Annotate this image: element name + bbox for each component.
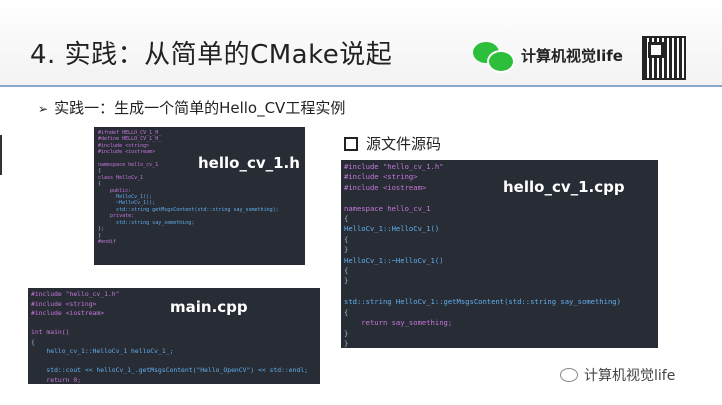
source-label-text: 源文件源码: [366, 135, 442, 153]
code-line: #include "hello_cv_1.h": [344, 162, 444, 171]
brand-name: 计算机视觉life: [521, 46, 623, 65]
panel-label-header: hello_cv_1.h: [198, 154, 300, 172]
code-panel-header: #ifndef HELLO_CV_1_H_ #define HELLO_CV_1_…: [94, 127, 305, 265]
footer-text: 计算机视觉life: [584, 368, 676, 384]
code-line: {: [344, 266, 349, 276]
slide-title: 4. 实践：从简单的CMake说起: [30, 40, 393, 70]
source-label: 源文件源码: [344, 133, 441, 154]
brand-logo: 计算机视觉life: [473, 40, 623, 73]
panel-label-cpp: hello_cv_1.cpp: [503, 178, 625, 196]
code-line: {: [344, 214, 349, 224]
bullet-item: ➢ 实践一：生成一个简单的Hello_CV工程实例: [38, 97, 345, 118]
code-line: std::cout << helloCv_1_.getMsgsContent("…: [31, 366, 309, 374]
code-line: {: [344, 307, 349, 317]
code-line: HelloCv_1::HelloCv_1(): [344, 224, 440, 234]
code-line: HelloCv_1::~HelloCv_1(): [344, 255, 444, 265]
code-line: return 0;: [31, 375, 82, 384]
code-line: int main(): [31, 328, 70, 336]
code-line: #endif: [98, 238, 117, 245]
wechat-footer-icon: [560, 368, 578, 382]
title-divider: [0, 85, 722, 87]
bullet-text: 实践一：生成一个简单的Hello_CV工程实例: [54, 99, 346, 117]
slide: 4. 实践：从简单的CMake说起 计算机视觉life ➢ 实践一：生成一个简单的…: [0, 0, 722, 405]
code-line: {: [31, 337, 35, 346]
code-line: std::string HelloCv_1::getMsgsContent(st…: [344, 297, 621, 307]
code-line: }: [344, 245, 349, 255]
code-line: return say_something;: [344, 318, 453, 328]
footer-brand: 计算机视觉life: [560, 365, 675, 385]
square-bullet-icon: [344, 136, 358, 151]
wechat-icon: [473, 40, 515, 73]
code-line: }: [344, 276, 349, 286]
code-line: namespace hello_cv_1: [344, 203, 431, 213]
code-line: }: [344, 328, 349, 338]
qr-code-icon: [642, 36, 686, 80]
code-line: }: [344, 338, 349, 348]
code-line: {: [344, 234, 349, 244]
left-edge-line: [0, 135, 2, 175]
code-line: hello_cv_1::HelloCv_1 helloCv_1_;: [31, 347, 174, 355]
arrow-bullet-icon: ➢: [38, 102, 49, 116]
panel-label-main: main.cpp: [170, 298, 248, 316]
